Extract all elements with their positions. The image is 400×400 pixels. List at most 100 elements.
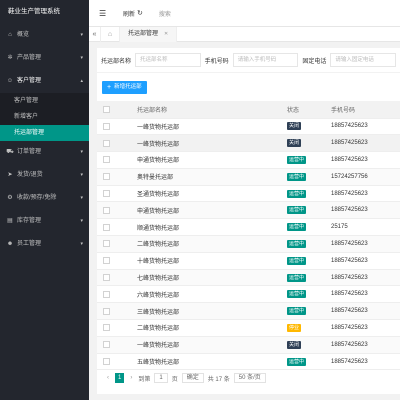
row-checkbox[interactable] xyxy=(103,122,110,130)
status-cell: 关闭 xyxy=(281,134,325,153)
sidebar-item-shipping[interactable]: ➤ 发货/退货 ▾ xyxy=(0,164,89,187)
row-select-cell xyxy=(97,151,131,169)
toolbar: + 新增托运部 xyxy=(97,73,400,101)
sidebar-item-orders[interactable]: ⛟ 订单管理 ▾ xyxy=(0,141,89,164)
tab-label: 托运部管理 xyxy=(128,30,159,37)
col-header-landline[interactable]: 固 xyxy=(395,101,400,119)
agent-name-cell: 七峰货物托运部 xyxy=(131,269,281,287)
landline-input[interactable]: 请输入固定电话 xyxy=(330,53,397,67)
row-checkbox[interactable] xyxy=(103,341,110,349)
sidebar-item-inventory[interactable]: ▤ 库存管理 ▾ xyxy=(0,210,89,233)
table-row[interactable]: 三峰货物托运部运营中 1885742562305 xyxy=(97,302,400,321)
status-cell: 关闭 xyxy=(281,118,325,136)
close-icon[interactable]: ✕ xyxy=(164,27,168,42)
landline-cell: 05 xyxy=(395,134,400,153)
row-checkbox[interactable] xyxy=(103,190,110,198)
row-checkbox[interactable] xyxy=(103,257,110,265)
row-checkbox[interactable] xyxy=(103,290,110,298)
status-cell: 运营中 xyxy=(281,353,325,371)
table-row[interactable]: 五峰货物托运部运营中 1885742562305 xyxy=(97,353,400,371)
row-checkbox[interactable] xyxy=(103,156,110,164)
app-title: 鞋业生产管理系统 xyxy=(0,0,89,24)
sidebar-item-overview[interactable]: ⌂ 概览 ▾ xyxy=(0,24,89,47)
chevron-down-icon: ▾ xyxy=(80,241,83,247)
sidebar-subitem-customer-list[interactable]: 客户管理 xyxy=(0,93,89,109)
table-row[interactable]: 圣通货物托运部运营中 1885742562305 xyxy=(97,185,400,203)
page-number-input[interactable]: 1 xyxy=(154,373,168,383)
page-size-select[interactable]: 50 条/页 xyxy=(233,373,266,383)
chevron-down-icon: ▾ xyxy=(80,195,83,201)
sidebar-item-customers[interactable]: ☺ 客户管理 ▴ xyxy=(0,70,89,93)
sidebar-item-employees[interactable]: ☻ 员工管理 ▾ xyxy=(0,233,89,256)
agent-name-input[interactable]: 托运部名称 xyxy=(135,53,201,67)
row-checkbox[interactable] xyxy=(103,307,110,315)
table-row[interactable]: 顺通货物托运部运营中 2517505 xyxy=(97,218,400,237)
agent-name-cell: 申通货物托运部 xyxy=(131,151,281,169)
table-row[interactable]: 二峰货物托运部停业 1885742562305 xyxy=(97,319,400,337)
table-row[interactable]: 一峰货物托运部关闭 1885742562305 xyxy=(97,118,400,136)
phone-cell: 18857425623 xyxy=(325,353,395,371)
row-checkbox[interactable] xyxy=(103,206,110,214)
status-cell: 停业 xyxy=(281,319,325,337)
table-row[interactable]: 六峰货物托运部运营中 1885742562305 xyxy=(97,285,400,304)
row-select-cell xyxy=(97,269,131,287)
chevron-down-icon: ▾ xyxy=(80,55,83,61)
sidebar-item-label: 收款/预存/免除 xyxy=(17,195,57,201)
agent-name-cell: 五峰货物托运部 xyxy=(131,353,281,371)
landline-cell: 05 xyxy=(395,218,400,237)
confirm-page-button[interactable]: 确定 xyxy=(181,373,204,383)
table-row[interactable]: 一峰货物托运部关闭 1885742562305 xyxy=(97,336,400,354)
gear-icon: ✲ xyxy=(7,55,13,61)
home-tab-icon[interactable]: ⌂ xyxy=(101,27,119,42)
menu-toggle-icon[interactable]: ☰ xyxy=(99,9,113,18)
row-checkbox[interactable] xyxy=(103,223,110,231)
col-header-name[interactable]: 托运部名称 xyxy=(131,101,281,119)
sidebar-subitem-shipping-agents[interactable]: 托运部管理 xyxy=(0,125,89,141)
phone-cell: 18857425623 xyxy=(325,319,395,337)
row-checkbox[interactable] xyxy=(103,358,110,366)
sidebar-item-label: 客户管理 xyxy=(17,78,42,84)
row-checkbox[interactable] xyxy=(103,139,110,147)
col-header-phone[interactable]: 手机号码 xyxy=(325,101,395,119)
customers-submenu: 客户管理 新增客户 托运部管理 xyxy=(0,93,89,141)
landline-cell: 05 xyxy=(395,302,400,321)
status-cell: 运营中 xyxy=(281,235,325,253)
status-cell: 运营中 xyxy=(281,185,325,203)
table-row[interactable]: 奥特曼托运部运营中 1572425775605 xyxy=(97,168,400,186)
table-header-row: 托运部名称 状态 手机号码 固 xyxy=(97,101,400,119)
next-page-icon[interactable]: › xyxy=(130,375,132,381)
agent-name-cell: 六峰货物托运部 xyxy=(131,285,281,304)
sidebar-subitem-new-customer[interactable]: 新增客户 xyxy=(0,109,89,125)
table-row[interactable]: 申通货物托运部运营中 1885742562305 xyxy=(97,201,400,220)
row-checkbox[interactable] xyxy=(103,173,110,181)
agent-name-cell: 申通货物托运部 xyxy=(131,201,281,220)
row-checkbox[interactable] xyxy=(103,240,110,248)
phone-cell: 15724257756 xyxy=(325,168,395,186)
sidebar-item-label: 员工管理 xyxy=(17,241,42,247)
table-row[interactable]: 十峰货物托运部运营中 1885742562305 xyxy=(97,252,400,270)
row-checkbox[interactable] xyxy=(103,274,110,282)
select-all-checkbox[interactable] xyxy=(103,105,110,113)
current-page[interactable]: 1 xyxy=(115,373,125,383)
refresh-button[interactable]: 刷新 ↻ xyxy=(123,9,143,18)
phone-cell: 18857425623 xyxy=(325,185,395,203)
agent-name-cell: 二峰货物托运部 xyxy=(131,319,281,337)
tabs-scroll-left-icon[interactable]: « xyxy=(89,26,101,42)
phone-cell: 18857425623 xyxy=(325,252,395,270)
col-header-status[interactable]: 状态 xyxy=(281,101,325,119)
row-checkbox[interactable] xyxy=(103,324,110,332)
sidebar-item-payments[interactable]: ⚙ 收款/预存/免除 ▾ xyxy=(0,187,89,210)
prev-page-icon[interactable]: ‹ xyxy=(107,375,109,381)
table-row[interactable]: 二峰货物托运部运营中 1885742562305 xyxy=(97,235,400,253)
add-agent-button[interactable]: + 新增托运部 xyxy=(102,80,147,94)
status-badge: 运营中 xyxy=(287,307,307,316)
table-row[interactable]: 七峰货物托运部运营中 1885742562305 xyxy=(97,269,400,287)
status-badge: 运营中 xyxy=(287,256,307,265)
search-link[interactable]: 搜索 xyxy=(159,9,171,18)
sidebar-item-products[interactable]: ✲ 产品管理 ▾ xyxy=(0,47,89,70)
table-row[interactable]: 一峰货物托运部关闭 1885742562305 xyxy=(97,134,400,153)
table-row[interactable]: 申通货物托运部运营中 1885742562305 xyxy=(97,151,400,169)
tab-shipping-agents[interactable]: 托运部管理 ✕ xyxy=(119,26,178,42)
sidebar-item-label: 概览 xyxy=(17,32,30,38)
phone-input[interactable]: 请输入手机号码 xyxy=(232,53,299,67)
